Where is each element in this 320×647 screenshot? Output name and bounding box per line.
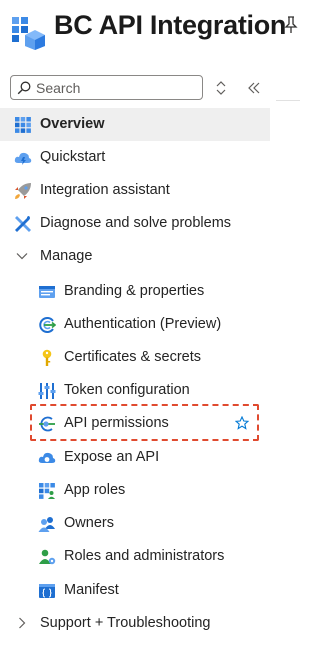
nav-label: Owners	[64, 515, 114, 531]
nav-label: Diagnose and solve problems	[40, 215, 232, 231]
nav-label: Quickstart	[40, 149, 106, 165]
nav-label: Support + Troubleshooting	[40, 615, 211, 631]
nav-label: Authentication (Preview)	[64, 316, 222, 332]
nav-group-manage[interactable]: Manage	[0, 240, 270, 273]
nav-label: Overview	[40, 116, 105, 132]
nav-app-roles[interactable]: App roles	[0, 474, 270, 507]
favorite-star-icon[interactable]	[235, 416, 249, 430]
manifest-icon	[39, 584, 55, 598]
page-title: BC API Integration	[54, 10, 287, 40]
nav-label: App roles	[64, 482, 126, 498]
nav-label: Expose an API	[64, 449, 160, 465]
collapse-menu-icon[interactable]	[246, 80, 262, 96]
highlight-annotation	[30, 404, 259, 441]
nav-roles-administrators[interactable]: Roles and administrators	[0, 540, 270, 573]
rocket-icon	[15, 183, 31, 199]
token-config-icon	[38, 383, 56, 399]
nav-manifest[interactable]: Manifest	[0, 574, 270, 607]
roles-admins-icon	[39, 549, 56, 565]
cloud-icon	[38, 452, 56, 463]
nav-label: Certificates & secrets	[64, 349, 201, 365]
nav-group-support[interactable]: Support + Troubleshooting	[0, 607, 270, 640]
app-registration-icon	[12, 17, 45, 50]
tools-icon	[15, 216, 31, 232]
nav-label: Token configuration	[64, 382, 190, 398]
nav-label: Branding & properties	[64, 283, 205, 299]
nav-token-configuration[interactable]: Token configuration	[0, 374, 270, 407]
overview-icon	[15, 117, 31, 133]
nav-authentication[interactable]: Authentication (Preview)	[0, 308, 270, 341]
chevron-down-icon	[16, 253, 28, 260]
key-icon	[42, 349, 52, 366]
header-divider	[276, 100, 300, 101]
nav-diagnose[interactable]: Diagnose and solve problems	[0, 207, 270, 240]
search-icon	[17, 81, 31, 95]
nav-owners[interactable]: Owners	[0, 507, 270, 540]
header: BC API Integration	[0, 0, 300, 64]
nav-label: Roles and administrators	[64, 548, 225, 564]
nav-label: Manage	[40, 248, 93, 264]
chevron-right-icon	[19, 617, 26, 629]
nav-integration-assistant[interactable]: Integration assistant	[0, 174, 270, 207]
nav-overview[interactable]: Overview	[0, 108, 270, 141]
app-roles-icon	[39, 483, 55, 499]
owners-icon	[38, 517, 55, 532]
nav-label: Manifest	[64, 582, 119, 598]
nav-expose-api[interactable]: Expose an API	[0, 441, 270, 474]
search-box[interactable]	[10, 75, 203, 100]
authentication-icon	[39, 317, 56, 333]
branding-icon	[39, 286, 55, 298]
pin-icon[interactable]	[284, 16, 298, 34]
cloud-lightning-icon	[14, 152, 32, 165]
nav-quickstart[interactable]: Quickstart	[0, 141, 270, 174]
sort-icon[interactable]	[214, 80, 228, 96]
search-input[interactable]	[36, 78, 196, 97]
nav-certificates[interactable]: Certificates & secrets	[0, 341, 270, 374]
nav-branding[interactable]: Branding & properties	[0, 275, 270, 308]
nav-label: Integration assistant	[40, 182, 170, 198]
